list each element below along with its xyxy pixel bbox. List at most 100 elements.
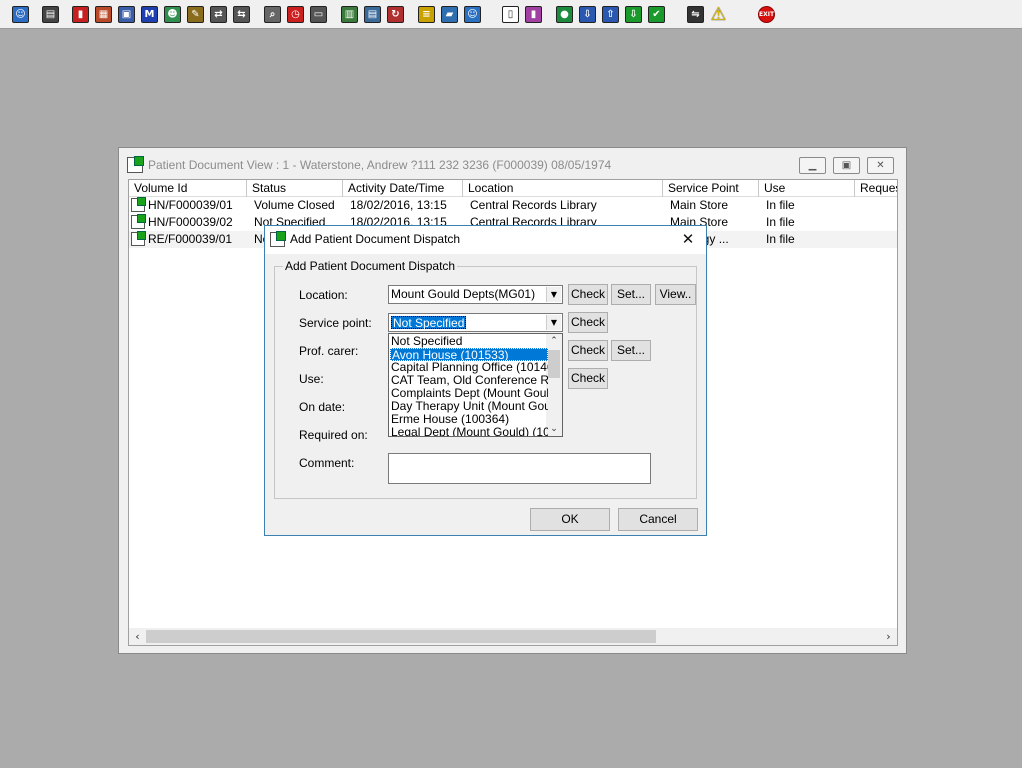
column-header-use[interactable]: Use bbox=[759, 180, 855, 197]
patient-document-icon bbox=[127, 156, 144, 173]
scroll-left-icon[interactable]: ‹ bbox=[129, 628, 146, 645]
toolbar-button[interactable]: ⇩ bbox=[623, 4, 644, 25]
toolbar-button[interactable]: ⚠ bbox=[708, 4, 729, 25]
scrollbar-thumb[interactable] bbox=[548, 350, 560, 378]
warning-icon: ⚠ bbox=[710, 4, 727, 25]
toolbar-button[interactable]: ◷ bbox=[285, 4, 306, 25]
scroll-up-icon[interactable]: ⌃ bbox=[546, 334, 562, 348]
service-point-combo[interactable]: Not Specified ▼ bbox=[388, 313, 563, 332]
chart-icon: ▥ bbox=[341, 6, 358, 23]
restore-button[interactable]: ▣ bbox=[833, 157, 860, 174]
location-combo[interactable]: Mount Gould Depts(MG01) ▼ bbox=[388, 285, 563, 304]
cell-volume-id: HN/F000039/01 bbox=[148, 198, 233, 212]
toolbar-button[interactable]: ▮ bbox=[70, 4, 91, 25]
add-dispatch-dialog: Add Patient Document Dispatch ✕ Add Pati… bbox=[264, 225, 707, 536]
toolbar-button[interactable]: ⌕ bbox=[262, 4, 283, 25]
column-header-status[interactable]: Status bbox=[247, 180, 343, 197]
list-item[interactable]: Capital Planning Office (101462) bbox=[390, 361, 548, 374]
list-item[interactable]: Legal Dept (Mount Gould) (10036 bbox=[390, 426, 548, 436]
user-manager-icon: ☺ bbox=[12, 6, 29, 23]
toolbar-button[interactable]: ☻ bbox=[162, 4, 183, 25]
horizontal-scrollbar[interactable]: ‹ › bbox=[129, 628, 897, 645]
toolbar-button[interactable]: ☺ bbox=[10, 4, 31, 25]
required-on-label: Required on: bbox=[299, 428, 368, 442]
scrollbar-thumb[interactable] bbox=[146, 630, 656, 643]
list-item[interactable]: Erme House (100364) bbox=[390, 413, 548, 426]
dispatch-groupbox: Add Patient Document Dispatch Location: … bbox=[274, 259, 697, 499]
chevron-down-icon[interactable]: ▼ bbox=[546, 315, 561, 330]
exit-icon: EXIT bbox=[758, 6, 775, 23]
transfer-icon: ⇄ bbox=[210, 6, 227, 23]
column-header-volume-id[interactable]: Volume Id bbox=[129, 180, 247, 197]
service-point-dropdown-list[interactable]: ⌃ ⌄ Not Specified Avon House (101533) Capi… bbox=[388, 333, 563, 437]
toolbar-button[interactable]: ≡ bbox=[416, 4, 437, 25]
cancel-button[interactable]: Cancel bbox=[618, 508, 698, 531]
toolbar-button[interactable]: ☺ bbox=[462, 4, 483, 25]
print-icon: ▤ bbox=[42, 6, 59, 23]
cell-activity: 18/02/2016, 13:15 bbox=[350, 198, 447, 212]
toolbar-button[interactable]: ▰ bbox=[439, 4, 460, 25]
service-point-check-button[interactable]: Check bbox=[568, 312, 608, 333]
toolbar-button[interactable]: EXIT bbox=[756, 4, 777, 25]
transport-icon: ⇆ bbox=[233, 6, 250, 23]
minimize-button[interactable]: ▁ bbox=[799, 157, 826, 174]
column-header-activity[interactable]: Activity Date/Time bbox=[343, 180, 463, 197]
toolbar-button[interactable]: ✎ bbox=[185, 4, 206, 25]
column-header-requested[interactable]: Reques bbox=[855, 180, 897, 197]
toolbar-button[interactable]: ▣ bbox=[116, 4, 137, 25]
notes-icon: ✎ bbox=[187, 6, 204, 23]
toolbar-button[interactable]: ▤ bbox=[362, 4, 383, 25]
search-doc-icon: ⌕ bbox=[264, 6, 281, 23]
list-item[interactable]: Complaints Dept (Mount Gould) (1 bbox=[390, 387, 548, 400]
toolbar-button[interactable]: ▯ bbox=[500, 4, 521, 25]
ok-button[interactable]: OK bbox=[530, 508, 610, 531]
swap-icon: ⇋ bbox=[687, 6, 704, 23]
toolbar-button[interactable]: ⇋ bbox=[685, 4, 706, 25]
toolbar-button[interactable]: ⇆ bbox=[231, 4, 252, 25]
use-check-button[interactable]: Check bbox=[568, 368, 608, 389]
toolbar-button[interactable]: ▮ bbox=[523, 4, 544, 25]
location-view-button[interactable]: View.. bbox=[655, 284, 696, 305]
scroll-down-icon[interactable]: ⌄ bbox=[546, 422, 562, 436]
toolbar-button[interactable]: ↻ bbox=[385, 4, 406, 25]
column-header-location[interactable]: Location bbox=[463, 180, 663, 197]
use-label: Use: bbox=[299, 372, 324, 386]
list-item[interactable]: Not Specified bbox=[390, 335, 548, 348]
prof-carer-label: Prof. carer: bbox=[299, 344, 359, 358]
toolbar-button[interactable]: M bbox=[139, 4, 160, 25]
toolbar-button[interactable]: ⇧ bbox=[600, 4, 621, 25]
window-title: Patient Document View : 1 - Waterstone, … bbox=[148, 158, 612, 172]
column-header-service-point[interactable]: Service Point bbox=[663, 180, 759, 197]
toolbar-button[interactable]: ● bbox=[554, 4, 575, 25]
toolbar-button[interactable]: ▭ bbox=[308, 4, 329, 25]
dialog-close-icon[interactable]: ✕ bbox=[678, 229, 698, 249]
toolbar-button[interactable]: ⇄ bbox=[208, 4, 229, 25]
list-item[interactable]: Avon House (101533) bbox=[390, 348, 548, 361]
cell-volume-id: HN/F000039/02 bbox=[148, 215, 233, 229]
toolbar-button[interactable]: ▦ bbox=[93, 4, 114, 25]
notepad-icon: ≡ bbox=[418, 6, 435, 23]
location-set-button[interactable]: Set... bbox=[611, 284, 651, 305]
location-check-button[interactable]: Check bbox=[568, 284, 608, 305]
vertical-scrollbar[interactable]: ⌃ ⌄ bbox=[546, 334, 562, 436]
list-item[interactable]: CAT Team, Old Conference Room bbox=[390, 374, 548, 387]
volume-icon bbox=[131, 214, 146, 229]
table-row[interactable]: HN/F000039/01 Volume Closed 18/02/2016, … bbox=[129, 197, 897, 214]
groupbox-label: Add Patient Document Dispatch bbox=[283, 259, 458, 273]
prof-carer-set-button[interactable]: Set... bbox=[611, 340, 651, 361]
dispatch-in-icon: ⇧ bbox=[602, 6, 619, 23]
comment-label: Comment: bbox=[299, 456, 355, 470]
toolbar-button[interactable]: ✔ bbox=[646, 4, 667, 25]
toolbar-button[interactable]: ▥ bbox=[339, 4, 360, 25]
terminal-icon: ▭ bbox=[310, 6, 327, 23]
scroll-right-icon[interactable]: › bbox=[880, 628, 897, 645]
list-item[interactable]: Day Therapy Unit (Mount Gould) bbox=[390, 400, 548, 413]
comment-field[interactable] bbox=[388, 453, 651, 484]
people-icon: ☺ bbox=[464, 6, 481, 23]
close-button[interactable]: ✕ bbox=[867, 157, 894, 174]
prof-carer-check-button[interactable]: Check bbox=[568, 340, 608, 361]
cell-service-point: Main Store bbox=[670, 198, 729, 212]
toolbar-button[interactable]: ⇩ bbox=[577, 4, 598, 25]
toolbar-button[interactable]: ▤ bbox=[40, 4, 61, 25]
chevron-down-icon[interactable]: ▼ bbox=[546, 287, 561, 302]
